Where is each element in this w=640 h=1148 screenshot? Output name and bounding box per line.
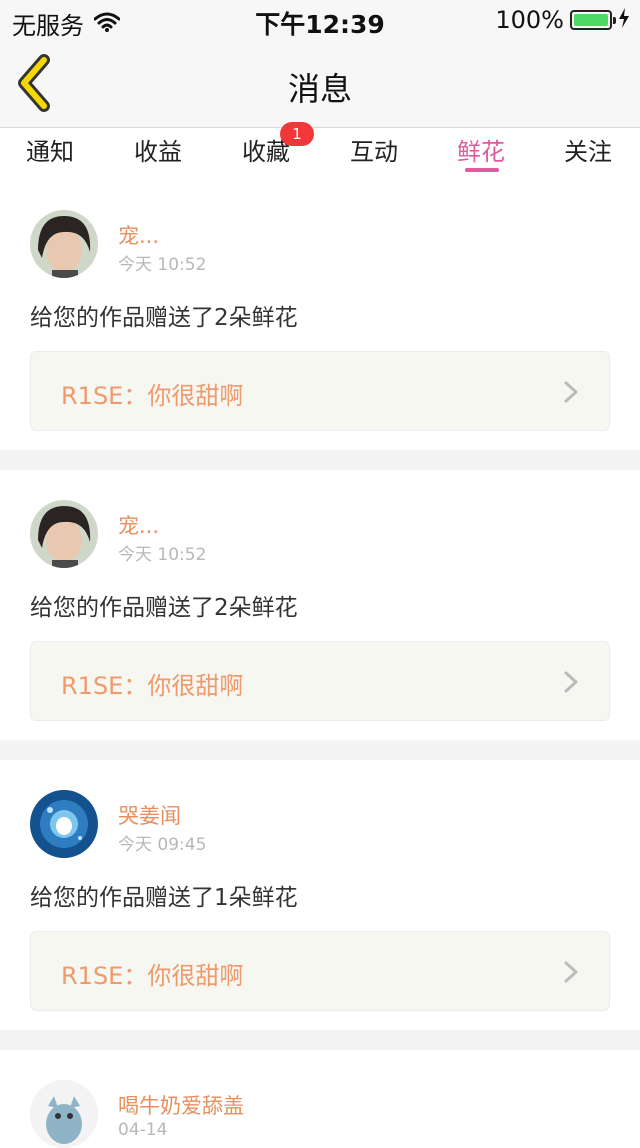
tab-label: 鲜花 xyxy=(457,138,505,166)
sender-name[interactable]: 宠... xyxy=(118,510,159,540)
message-text: 给您的作品赠送了2朵鲜花 xyxy=(30,595,298,621)
status-right: 100% xyxy=(495,6,630,34)
tab-label: 互动 xyxy=(350,138,398,166)
message-time: 04-14 xyxy=(118,1120,168,1140)
status-bar: 无服务 下午12:39 100% xyxy=(0,0,640,40)
divider xyxy=(0,740,640,760)
quoted-work[interactable]: R1SE：你很甜啊 xyxy=(30,641,610,721)
chevron-right-icon xyxy=(564,671,578,693)
sender-name[interactable]: 宠... xyxy=(118,220,159,250)
avatar[interactable] xyxy=(30,790,98,858)
battery-percent: 100% xyxy=(495,6,564,34)
quoted-work[interactable]: R1SE：你很甜啊 xyxy=(30,351,610,431)
tab-label: 收益 xyxy=(134,138,182,166)
message-card: 喝牛奶爱舔盖 04-14 xyxy=(0,1050,640,1148)
tab-label: 通知 xyxy=(26,138,74,166)
page-title: 消息 xyxy=(287,70,352,108)
tab-interactions[interactable]: 互动 xyxy=(334,132,414,176)
message-time: 今天 10:52 xyxy=(118,545,207,565)
charging-icon xyxy=(618,6,630,34)
message-card: 宠... 今天 10:52 给您的作品赠送了2朵鲜花 R1SE：你很甜啊 xyxy=(0,180,640,450)
chevron-right-icon xyxy=(564,961,578,983)
message-time: 今天 10:52 xyxy=(118,255,207,275)
quoted-work-title: R1SE：你很甜啊 xyxy=(61,672,244,700)
navigation-bar: 消息 xyxy=(0,40,640,128)
tab-flowers[interactable]: 鲜花 xyxy=(441,132,521,176)
quoted-work[interactable]: R1SE：你很甜啊 xyxy=(30,931,610,1011)
chevron-right-icon xyxy=(564,381,578,403)
sender-name[interactable]: 哭姜闻 xyxy=(118,800,181,830)
quoted-work-title: R1SE：你很甜啊 xyxy=(61,962,244,990)
tab-favorites[interactable]: 收藏 1 xyxy=(226,122,314,176)
message-card: 哭姜闻 今天 09:45 给您的作品赠送了1朵鲜花 R1SE：你很甜啊 xyxy=(0,760,640,1030)
battery-icon xyxy=(570,10,616,30)
message-text: 给您的作品赠送了1朵鲜花 xyxy=(30,885,298,911)
sender-name[interactable]: 喝牛奶爱舔盖 xyxy=(118,1090,244,1120)
tab-bar: 通知 收益 收藏 1 互动 鲜花 关注 xyxy=(0,122,640,180)
avatar[interactable] xyxy=(30,500,98,568)
divider xyxy=(0,450,640,470)
message-list: 宠... 今天 10:52 给您的作品赠送了2朵鲜花 R1SE：你很甜啊 宠..… xyxy=(0,180,640,1148)
active-tab-indicator xyxy=(465,168,499,172)
message-text: 给您的作品赠送了2朵鲜花 xyxy=(30,305,298,331)
divider xyxy=(0,1030,640,1050)
message-time: 今天 09:45 xyxy=(118,835,207,855)
tab-label: 关注 xyxy=(564,138,612,166)
avatar[interactable] xyxy=(30,210,98,278)
unread-badge: 1 xyxy=(280,122,314,146)
message-card: 宠... 今天 10:52 给您的作品赠送了2朵鲜花 R1SE：你很甜啊 xyxy=(0,470,640,740)
quoted-work-title: R1SE：你很甜啊 xyxy=(61,382,244,410)
tab-earnings[interactable]: 收益 xyxy=(118,132,198,176)
tab-notifications[interactable]: 通知 xyxy=(10,132,90,176)
avatar[interactable] xyxy=(30,1080,98,1148)
tab-following[interactable]: 关注 xyxy=(548,132,628,176)
